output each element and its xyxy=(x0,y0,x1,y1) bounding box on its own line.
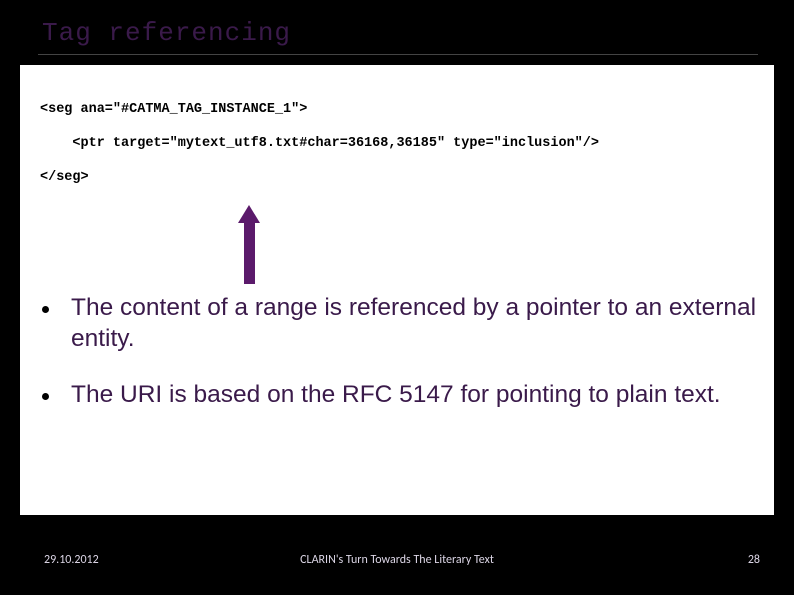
bullet-icon xyxy=(42,393,49,400)
content-panel: <seg ana="#CATMA_TAG_INSTANCE_1"> <ptr t… xyxy=(20,65,774,515)
slide: Tag referencing <seg ana="#CATMA_TAG_INS… xyxy=(0,0,794,595)
code-line-2: <ptr target="mytext_utf8.txt#char=36168,… xyxy=(40,136,599,151)
bullet-list: The content of a range is referenced by … xyxy=(42,293,762,437)
bullet-icon xyxy=(42,306,49,313)
up-arrow-icon xyxy=(242,205,256,283)
footer-title: CLARIN's Turn Towards The Literary Text xyxy=(0,553,794,567)
list-item: The URI is based on the RFC 5147 for poi… xyxy=(42,380,762,411)
code-line-3: </seg> xyxy=(40,170,89,185)
code-block: <seg ana="#CATMA_TAG_INSTANCE_1"> <ptr t… xyxy=(40,93,599,194)
slide-title: Tag referencing xyxy=(42,18,291,48)
code-line-1: <seg ana="#CATMA_TAG_INSTANCE_1"> xyxy=(40,102,307,117)
footer-page-number: 28 xyxy=(748,553,760,567)
bullet-text: The content of a range is referenced by … xyxy=(71,293,762,354)
list-item: The content of a range is referenced by … xyxy=(42,293,762,354)
bullet-text: The URI is based on the RFC 5147 for poi… xyxy=(71,380,721,411)
title-underline xyxy=(38,54,758,55)
footer: 29.10.2012 CLARIN's Turn Towards The Lit… xyxy=(0,553,794,573)
